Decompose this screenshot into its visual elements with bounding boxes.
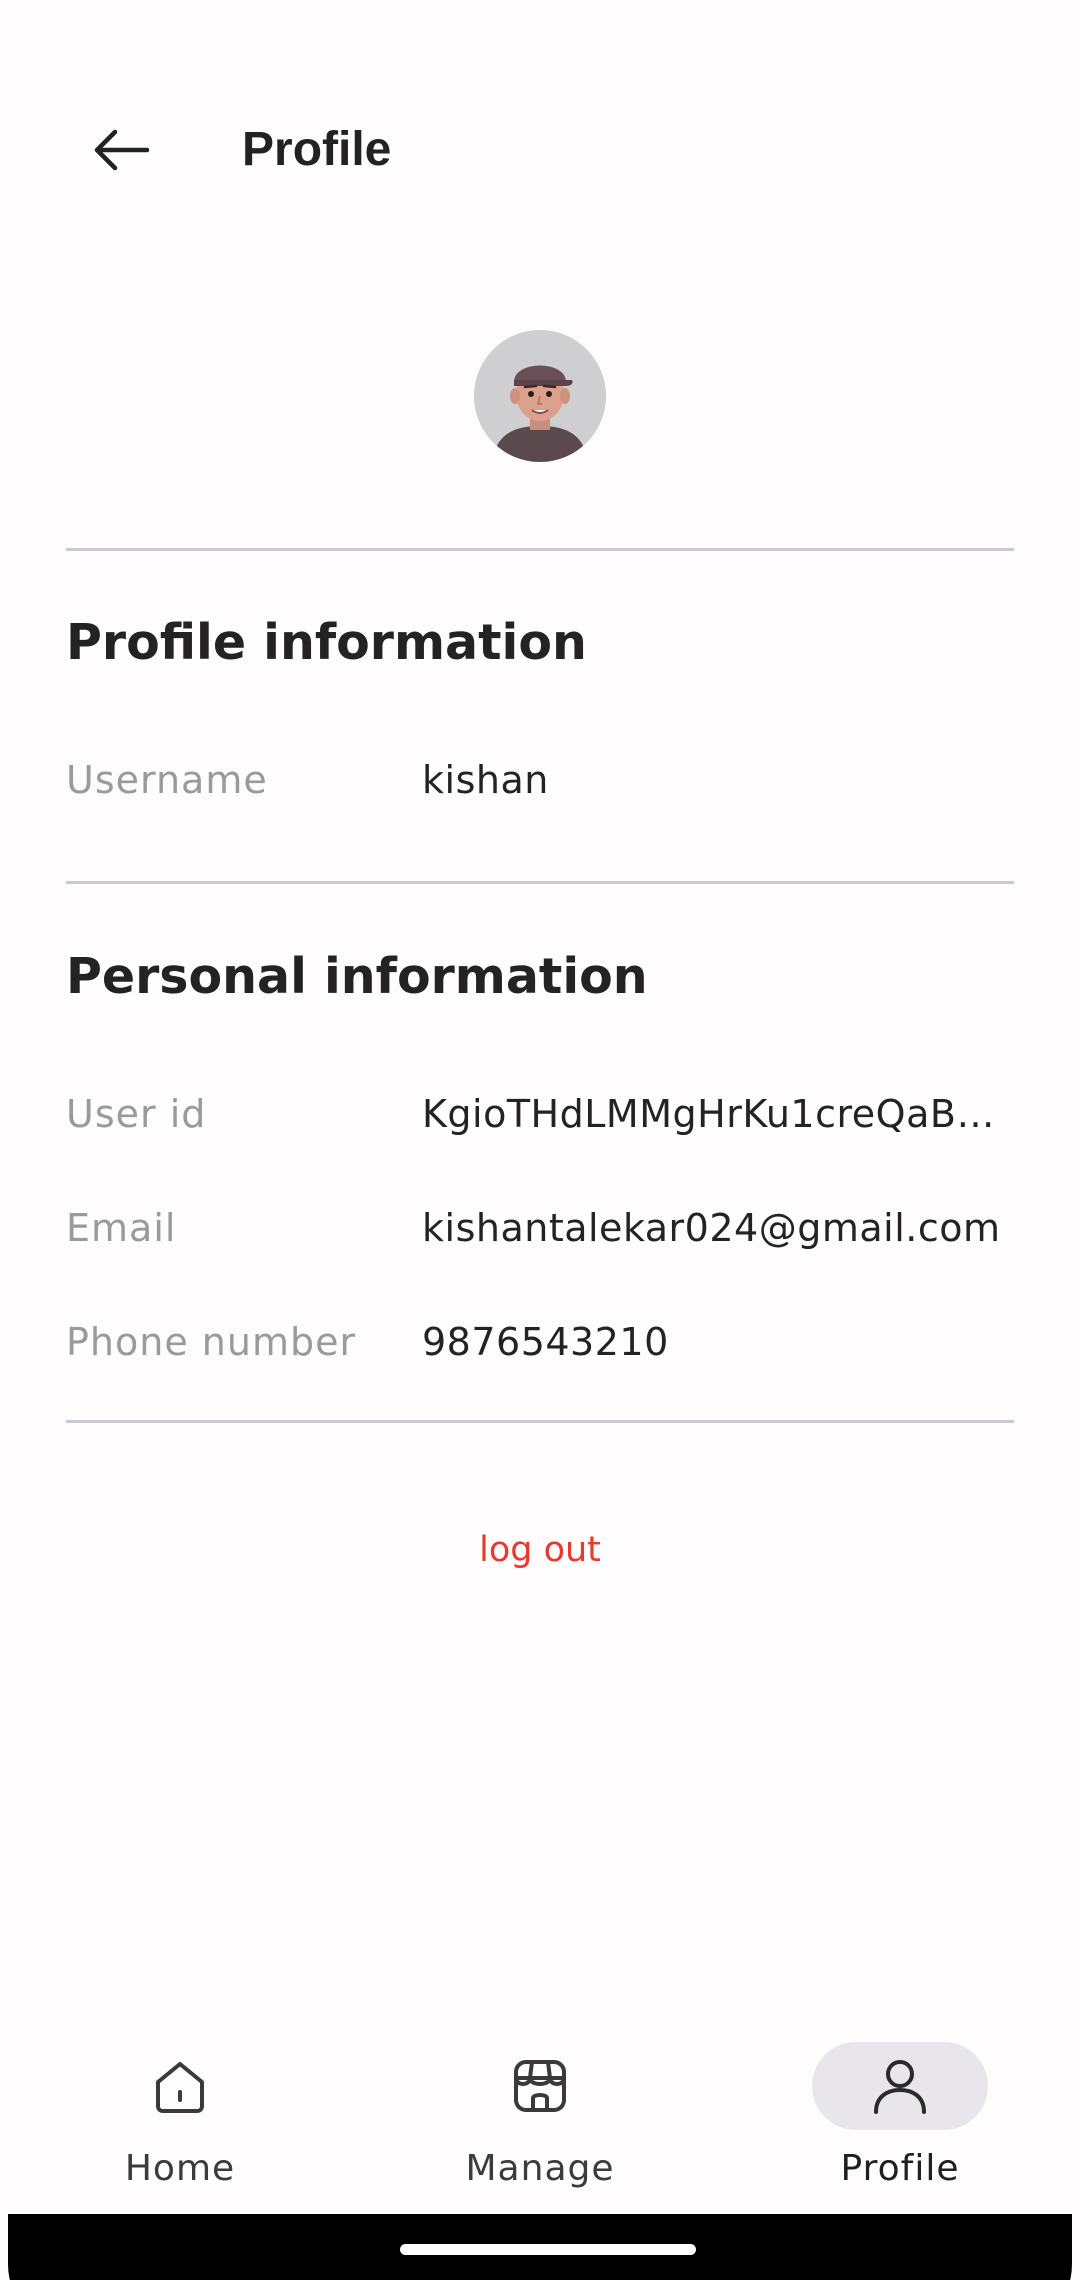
personal-information-title: Personal information (66, 948, 648, 1005)
phone-number-label: Phone number (66, 1320, 357, 1364)
nav-item-manage[interactable]: Manage (420, 2030, 660, 2200)
nav-item-home[interactable]: Home (60, 2030, 300, 2200)
back-button[interactable] (76, 110, 166, 190)
username-label: Username (66, 758, 268, 802)
store-icon (514, 2060, 566, 2112)
logout-button[interactable]: log out (0, 1530, 1080, 1570)
nav-label-home: Home (124, 2148, 236, 2189)
user-id-label: User id (66, 1092, 207, 1136)
email-value: kishantalekar024@gmail.com (422, 1206, 1001, 1250)
nav-item-profile[interactable]: Profile (780, 2030, 1020, 2200)
app-bar: Profile (0, 80, 1080, 210)
nav-label-manage: Manage (465, 2148, 615, 2189)
bottom-navigation: Home Manage Profile (0, 2010, 1080, 2210)
phone-number-value: 9876543210 (422, 1320, 669, 1364)
avatar-illustration (474, 330, 606, 462)
nav-label-profile: Profile (840, 2148, 960, 2189)
page-title: Profile (242, 123, 392, 176)
home-gesture-handle[interactable] (400, 2244, 696, 2255)
divider (66, 881, 1014, 884)
home-icon (156, 2062, 204, 2113)
arrow-left-icon (94, 129, 150, 171)
profile-information-title: Profile information (66, 614, 587, 671)
username-value: kishan (422, 758, 549, 802)
avatar[interactable] (474, 330, 606, 462)
email-label: Email (66, 1206, 177, 1250)
system-gesture-bar (8, 2214, 1072, 2280)
user-id-value[interactable]: KgioTHdLMMgHrKu1creQaBd… (422, 1092, 1016, 1136)
divider (66, 1420, 1014, 1423)
profile-screen: Profile Profile information Username kis… (0, 0, 1080, 2280)
divider (66, 548, 1014, 551)
person-icon (874, 2060, 926, 2114)
